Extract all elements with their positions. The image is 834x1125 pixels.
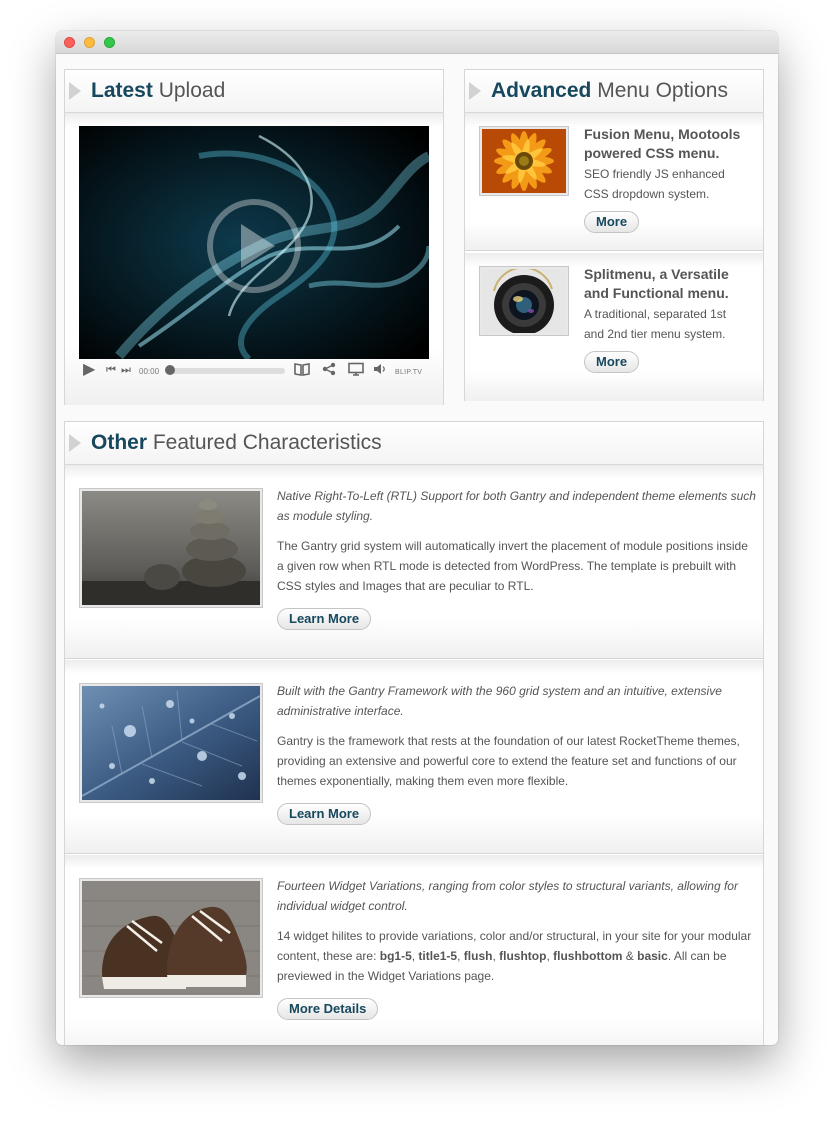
feature-body: Gantry is the framework that rests at th… <box>277 734 740 788</box>
variant-basic: basic <box>637 949 668 963</box>
arrow-icon <box>69 82 81 100</box>
sunflower-image <box>479 126 569 196</box>
feature-item: Built with the Gantry Framework with the… <box>65 660 763 854</box>
variant-bg: bg1-5 <box>379 949 412 963</box>
feature-body: The Gantry grid system will automaticall… <box>277 539 748 593</box>
play-icon[interactable]: ▶ <box>83 362 95 378</box>
previous-icon[interactable]: ⏮ <box>106 362 116 378</box>
screen-icon[interactable] <box>348 362 364 379</box>
panel-header: Advanced Menu Options <box>465 70 763 113</box>
zoom-window-button[interactable] <box>104 37 115 48</box>
volume-icon[interactable] <box>373 362 389 379</box>
panel-title: Latest Upload <box>91 79 226 102</box>
menu-option-heading: Splitmenu, a Versatile and Functional me… <box>584 266 729 301</box>
seek-handle[interactable] <box>165 365 175 375</box>
sunflower-graphic <box>482 129 566 193</box>
menu-option-text: SEO friendly JS enhanced CSS dropdown sy… <box>584 167 725 201</box>
sneakers-graphic <box>82 881 260 995</box>
title-bar <box>56 31 778 54</box>
brand-logo: BLIP.TV <box>395 369 423 376</box>
arrow-icon <box>469 82 481 100</box>
video-frame <box>79 126 429 359</box>
panel-title: Advanced Menu Options <box>491 79 728 102</box>
panel-header: Latest Upload <box>65 70 443 113</box>
video-player[interactable] <box>79 126 429 359</box>
feature-item: Native Right-To-Left (RTL) Support for b… <box>65 465 763 659</box>
menu-option-item: Fusion Menu, Mootools powered CSS menu. … <box>465 113 763 251</box>
panel-header: Other Featured Characteristics <box>65 422 763 465</box>
variant-flushbottom: flushbottom <box>553 949 623 963</box>
share-icon[interactable] <box>322 362 336 379</box>
stacked-stones-image <box>79 488 263 608</box>
seek-bar[interactable] <box>171 368 285 374</box>
minimize-window-button[interactable] <box>84 37 95 48</box>
lens-graphic <box>482 266 566 335</box>
camera-lens-image <box>479 266 569 336</box>
variant-flush: flush <box>463 949 493 963</box>
next-icon[interactable]: ⏭ <box>121 362 131 378</box>
other-features-panel: Other Featured Characteristics Native Ri… <box>64 421 764 1045</box>
feature-item: Fourteen Widget Variations, ranging from… <box>65 855 763 1045</box>
variant-title: title1-5 <box>418 949 458 963</box>
more-button[interactable]: More <box>584 211 640 233</box>
more-details-button[interactable]: More Details <box>277 998 379 1020</box>
feature-lead: Native Right-To-Left (RTL) Support for b… <box>277 489 756 523</box>
player-controls: ▶ ⏮ ⏭ 00:00 BLIP.TV <box>79 359 429 381</box>
sneakers-image <box>79 878 263 998</box>
feature-lead: Built with the Gantry Framework with the… <box>277 684 722 718</box>
leaf-water-drops-image <box>79 683 263 803</box>
video-section: ▶ ⏮ ⏭ 00:00 BLIP.TV <box>65 113 443 405</box>
more-button[interactable]: More <box>584 351 640 373</box>
menu-option-item: Splitmenu, a Versatile and Functional me… <box>465 253 763 401</box>
learn-more-button[interactable]: Learn More <box>277 803 372 825</box>
menu-option-text: A traditional, separated 1st and 2nd tie… <box>584 307 727 341</box>
close-window-button[interactable] <box>64 37 75 48</box>
arrow-icon <box>69 434 81 452</box>
stones-graphic <box>82 491 260 605</box>
browser-window: Latest Upload ▶ ⏮ ⏭ 00:00 BLIP.TV Advanc… <box>56 31 778 1045</box>
feature-lead: Fourteen Widget Variations, ranging from… <box>277 879 738 913</box>
panel-title: Other Featured Characteristics <box>91 431 382 454</box>
leaf-graphic <box>81 686 261 800</box>
advanced-menu-panel: Advanced Menu Options Fusion Menu, Mooto… <box>464 69 764 401</box>
book-icon[interactable] <box>294 362 310 379</box>
latest-upload-panel: Latest Upload ▶ ⏮ ⏭ 00:00 BLIP.TV <box>64 69 444 405</box>
feature-body: 14 widget hilites to provide variations,… <box>277 929 752 983</box>
variant-flushtop: flushtop <box>499 949 547 963</box>
time-display: 00:00 <box>139 367 160 376</box>
menu-option-heading: Fusion Menu, Mootools powered CSS menu. <box>584 126 741 161</box>
learn-more-button[interactable]: Learn More <box>277 608 372 630</box>
